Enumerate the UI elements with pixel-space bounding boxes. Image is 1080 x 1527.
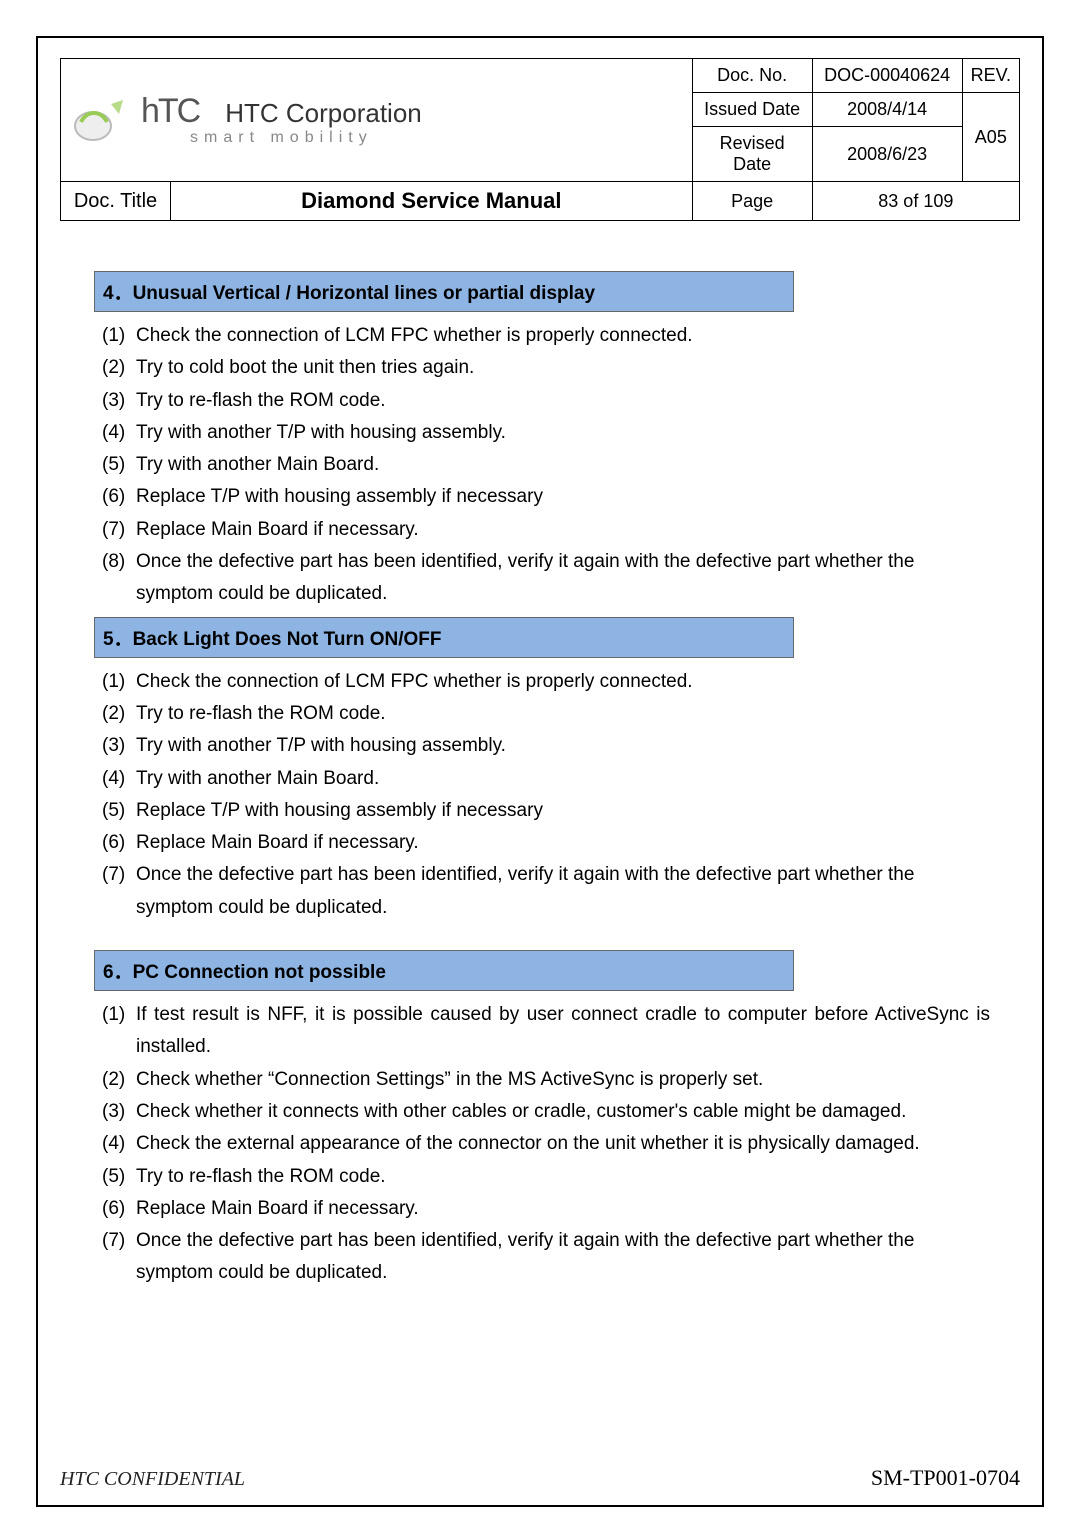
list-item: (2)Check whether “Connection Settings” i… (94, 1064, 990, 1096)
doc-title-value: Diamond Service Manual (171, 182, 693, 221)
rev-value: A05 (962, 93, 1019, 182)
list-item: (1)Check the connection of LCM FPC wheth… (94, 320, 990, 352)
list-item: (7)Once the defective part has been iden… (94, 1225, 990, 1290)
rev-label: REV. (962, 59, 1019, 93)
list-item: (5)Replace T/P with housing assembly if … (94, 795, 990, 827)
list-item: (8)Once the defective part has been iden… (94, 546, 990, 611)
section-6-list: (1)If test result is NFF, it is possible… (94, 995, 990, 1290)
document-code: SM-TP001-0704 (871, 1465, 1020, 1491)
logo-cell: hTC HTC Corporation smart mobility (61, 59, 693, 182)
list-item: (4)Check the external appearance of the … (94, 1128, 990, 1160)
confidential-notice: HTC CONFIDENTIAL (60, 1468, 245, 1491)
page-value: 83 of 109 (812, 182, 1019, 221)
htc-logo-icon (71, 96, 131, 144)
list-item: (2)Try to re-flash the ROM code. (94, 698, 990, 730)
list-item: (3)Check whether it connects with other … (94, 1096, 990, 1128)
list-item: (7)Once the defective part has been iden… (94, 859, 990, 924)
list-item: (1)If test result is NFF, it is possible… (94, 999, 990, 1064)
doc-title-label: Doc. Title (61, 182, 171, 221)
htc-wordmark: hTC (141, 94, 199, 128)
doc-no-value: DOC-00040624 (812, 59, 962, 93)
page-footer: HTC CONFIDENTIAL SM-TP001-0704 (60, 1465, 1020, 1491)
company-name: HTC Corporation (213, 100, 422, 126)
section-4-list: (1)Check the connection of LCM FPC wheth… (94, 316, 990, 611)
document-body: 4．Unusual Vertical / Horizontal lines or… (60, 221, 1020, 1290)
list-item: (6)Replace Main Board if necessary. (94, 1193, 990, 1225)
list-item: (5)Try with another Main Board. (94, 449, 990, 481)
list-item: (6)Replace T/P with housing assembly if … (94, 481, 990, 513)
document-header-table: hTC HTC Corporation smart mobility Doc. … (60, 58, 1020, 221)
list-item: (4)Try with another T/P with housing ass… (94, 417, 990, 449)
doc-no-label: Doc. No. (692, 59, 812, 93)
list-item: (4)Try with another Main Board. (94, 763, 990, 795)
list-item: (2)Try to cold boot the unit then tries … (94, 352, 990, 384)
list-item: (7)Replace Main Board if necessary. (94, 514, 990, 546)
list-item: (6)Replace Main Board if necessary. (94, 827, 990, 859)
revised-date-value: 2008/6/23 (812, 127, 962, 182)
list-item: (3)Try with another T/P with housing ass… (94, 730, 990, 762)
page-frame: hTC HTC Corporation smart mobility Doc. … (36, 36, 1044, 1507)
page-label: Page (692, 182, 812, 221)
issued-date-value: 2008/4/14 (812, 93, 962, 127)
revised-date-label: Revised Date (692, 127, 812, 182)
list-item: (3)Try to re-flash the ROM code. (94, 385, 990, 417)
tagline: smart mobility (141, 130, 422, 146)
section-5-list: (1)Check the connection of LCM FPC wheth… (94, 662, 990, 924)
section-header-4: 4．Unusual Vertical / Horizontal lines or… (94, 271, 794, 312)
section-header-6: 6．PC Connection not possible (94, 950, 794, 991)
section-header-5: 5．Back Light Does Not Turn ON/OFF (94, 617, 794, 658)
list-item: (1)Check the connection of LCM FPC wheth… (94, 666, 990, 698)
list-item: (5)Try to re-flash the ROM code. (94, 1161, 990, 1193)
issued-date-label: Issued Date (692, 93, 812, 127)
